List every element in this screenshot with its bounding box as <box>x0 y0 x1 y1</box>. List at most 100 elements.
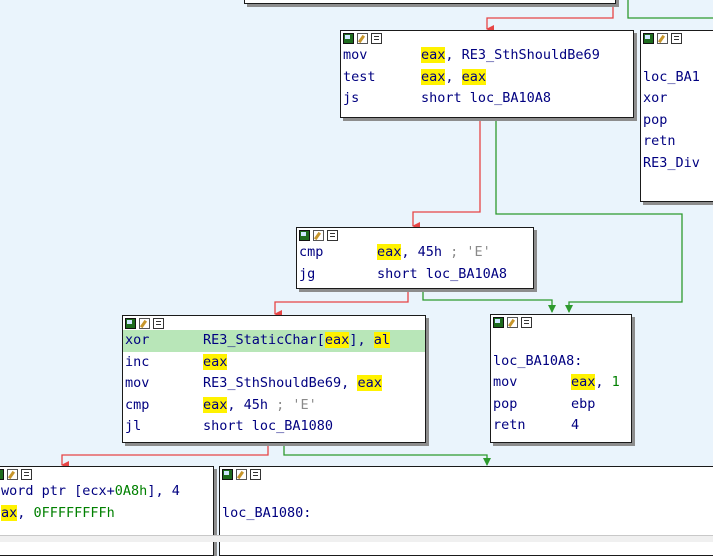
asm-mnemonic: jl <box>125 418 142 434</box>
graph-node-right-partial[interactable]: loc_BA1 xor pop retn RE3_Div <box>640 30 713 202</box>
edit-node-icon[interactable] <box>139 318 150 329</box>
asm-line[interactable]: cmp eax, 45h ; 'E' <box>297 242 533 264</box>
register-highlight[interactable]: eax <box>461 68 487 85</box>
asm-mnemonic: xor <box>125 332 150 348</box>
operand-text: 4 <box>571 417 580 433</box>
edge-jg-true <box>422 289 556 313</box>
register-highlight[interactable]: eax <box>203 396 228 413</box>
register-highlight[interactable]: eax <box>421 47 446 63</box>
asm-line[interactable]: mov eax, RE3_SthShouldBe69 <box>341 45 633 67</box>
asm-comment: ; 'E' <box>442 244 491 260</box>
asm-line[interactable]: mov eax, 1 <box>491 372 631 394</box>
asm-line[interactable] <box>220 481 713 503</box>
edit-node-icon[interactable] <box>357 33 368 44</box>
asm-operands: eax, 45h ; 'E' <box>377 242 491 264</box>
graph-color-icon[interactable] <box>343 33 354 44</box>
graph-node-bottom-left-partial[interactable]: word ptr [ecx+0A8h], 4 ax, 0FFFFFFFFh <box>0 466 214 556</box>
asm-mnemonic: retn <box>493 417 526 433</box>
operand-text: ], 4 <box>147 483 180 499</box>
asm-line[interactable]: test eax, eax <box>341 67 633 89</box>
graph-node-cmp-jg[interactable]: cmp eax, 45h ; 'E' jg short loc_BA10A8 <box>296 227 534 289</box>
asm-line[interactable]: loc_BA1 <box>641 67 713 89</box>
asm-line[interactable]: word ptr [ecx+0A8h], 4 <box>0 481 213 503</box>
node-header <box>0 467 213 481</box>
asm-line[interactable]: pop <box>641 110 713 132</box>
operand-text: , 45h <box>401 244 443 260</box>
asm-line[interactable]: retn 4 <box>491 415 631 437</box>
node-comment-icon[interactable] <box>153 318 164 329</box>
operand-text: , RE3_SthShouldBe69 <box>445 47 600 63</box>
register-highlight[interactable]: eax <box>571 374 596 390</box>
asm-line[interactable]: loc_BA10A8: <box>491 351 631 373</box>
operand-text: , <box>445 68 462 85</box>
operand-text: short loc_BA1080 <box>203 418 334 434</box>
asm-operands: ebp <box>571 394 595 416</box>
asm-comment: ; 'E' <box>268 396 317 413</box>
asm-line[interactable] <box>641 45 713 67</box>
asm-operands: short loc_BA10A8 <box>421 88 551 110</box>
asm-line[interactable]: RE3_Div <box>641 153 713 175</box>
edit-node-icon[interactable] <box>657 33 668 44</box>
graph-color-icon[interactable] <box>643 33 654 44</box>
node-comment-icon[interactable] <box>21 469 32 480</box>
asm-line[interactable] <box>491 329 631 351</box>
register-highlight[interactable]: eax <box>203 353 228 370</box>
node-header <box>641 31 713 45</box>
asm-operands: ax, 0FFFFFFFFh <box>1 503 115 525</box>
asm-line[interactable]: inc eax <box>123 352 425 374</box>
asm-mnemonic: xor <box>643 90 668 106</box>
graph-node-xor-loop[interactable]: xor RE3_StaticChar[eax], al inc eax mov RE3_S… <box>122 315 426 443</box>
asm-mnemonic: mov <box>493 374 518 390</box>
edit-node-icon[interactable] <box>313 230 324 241</box>
node-comment-icon[interactable] <box>327 230 338 241</box>
register-highlight[interactable]: eax <box>357 375 382 391</box>
graph-node-loc-BA1080[interactable]: loc_BA1080: <box>219 466 713 556</box>
asm-line[interactable]: retn <box>641 131 713 153</box>
asm-operands: RE3_SthShouldBe69, eax <box>203 373 382 395</box>
edit-node-icon[interactable] <box>7 469 18 480</box>
asm-operands: short loc_BA1080 <box>203 416 333 438</box>
edit-node-icon[interactable] <box>236 469 247 480</box>
graph-color-icon[interactable] <box>222 469 233 480</box>
asm-line[interactable]: xor <box>641 88 713 110</box>
asm-line[interactable]: mov RE3_SthShouldBe69, eax <box>123 373 425 395</box>
register-highlight[interactable]: eax <box>377 244 402 260</box>
operand-text: , <box>17 504 34 521</box>
operand-text: word ptr [ecx+ <box>1 483 115 499</box>
node-header <box>341 31 633 45</box>
node-comment-icon[interactable] <box>250 469 261 480</box>
asm-line[interactable]: cmp eax, 45h ; 'E' <box>123 395 425 417</box>
asm-line[interactable]: jl short loc_BA1080 <box>123 416 425 438</box>
graph-node-mov-test-js[interactable]: mov eax, RE3_SthShouldBe69 test eax, eax js s… <box>340 30 634 118</box>
operand-text: RE3_StaticChar[ <box>203 332 325 348</box>
graph-color-icon[interactable] <box>0 469 4 480</box>
edge-into-mov-block <box>486 0 614 33</box>
node-comment-icon[interactable] <box>671 33 682 44</box>
asm-operands: word ptr [ecx+0A8h], 4 <box>1 481 180 503</box>
graph-node-loc-BA10A8[interactable]: loc_BA10A8: mov eax, 1 pop ebp retn 4 <box>490 314 632 443</box>
graph-color-icon[interactable] <box>125 318 136 329</box>
graph-color-icon[interactable] <box>493 317 504 328</box>
asm-mnemonic: pop <box>493 395 518 412</box>
operand-text: 1 <box>611 374 620 390</box>
register-highlight[interactable]: eax <box>421 68 446 85</box>
register-highlight[interactable]: eax <box>324 332 350 348</box>
asm-line[interactable]: jg short loc_BA10A8 <box>297 264 533 286</box>
asm-operands: RE3_StaticChar[eax], al <box>203 330 390 352</box>
asm-operands: eax, 1 <box>571 372 620 394</box>
edge-top-green <box>627 0 713 19</box>
asm-operands: short loc_BA10A8 <box>377 264 507 286</box>
node-comment-icon[interactable] <box>371 33 382 44</box>
graph-node-top-partial[interactable] <box>244 0 616 4</box>
asm-line[interactable]: loc_BA1080: <box>220 503 713 525</box>
asm-line[interactable]: js short loc_BA10A8 <box>341 88 633 110</box>
register-highlight[interactable]: al <box>373 332 390 348</box>
graph-color-icon[interactable] <box>299 230 310 241</box>
asm-line[interactable]: xor RE3_StaticChar[eax], al <box>123 330 425 352</box>
edit-node-icon[interactable] <box>507 317 518 328</box>
asm-line[interactable]: pop ebp <box>491 394 631 416</box>
asm-mnemonic: RE3_Div <box>643 154 700 171</box>
node-comment-icon[interactable] <box>521 317 532 328</box>
asm-line[interactable]: ax, 0FFFFFFFFh <box>0 503 213 525</box>
register-highlight[interactable]: ax <box>1 504 18 521</box>
